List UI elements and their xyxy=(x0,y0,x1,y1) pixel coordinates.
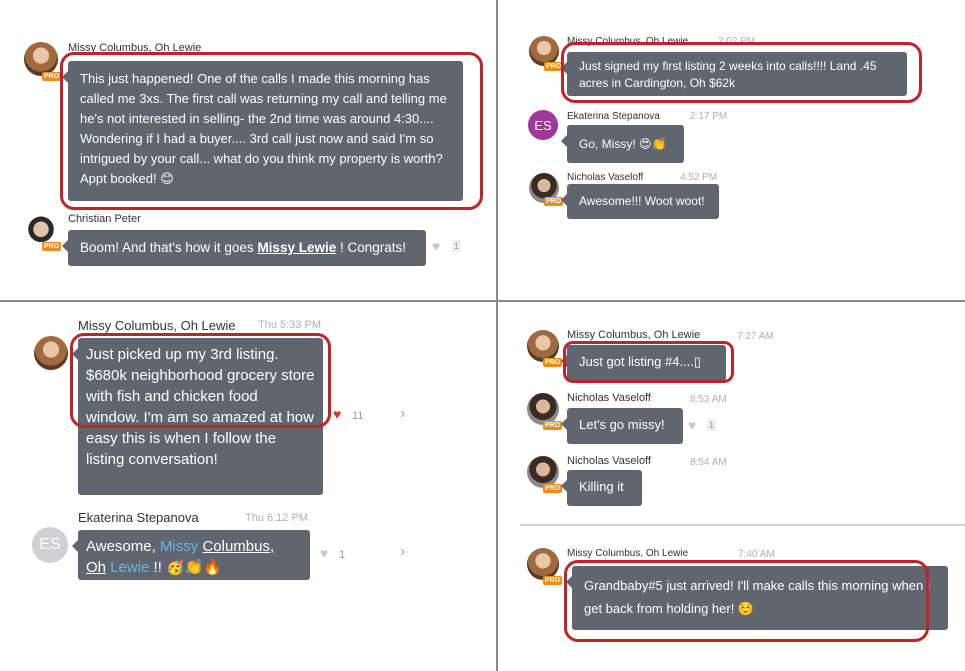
message-text: Boom! And that's how it goes xyxy=(80,240,258,255)
message-bubble: Awesome, Missy Columbus, Oh Lewie !! 🥳👏🔥 xyxy=(72,530,310,580)
timestamp: 8:53 AM xyxy=(690,394,727,405)
message-bubble: Killing it xyxy=(561,470,642,506)
author-name[interactable]: Missy Columbus, Oh Lewie xyxy=(567,36,688,47)
pro-badge: PRO xyxy=(543,358,563,367)
divider-thin xyxy=(520,524,965,526)
message-bubble: Let's go missy! xyxy=(561,408,683,444)
avatar[interactable] xyxy=(24,42,58,76)
timestamp: 7:40 AM xyxy=(738,549,775,560)
pro-badge: PRO xyxy=(543,421,563,430)
chevron-right-icon[interactable]: › xyxy=(400,543,405,561)
mention-link[interactable]: Lewie xyxy=(110,559,149,576)
chevron-right-icon[interactable]: › xyxy=(400,405,405,423)
mention-link[interactable]: Missy Lewie xyxy=(257,240,336,255)
mention-link[interactable]: Missy xyxy=(160,538,198,555)
message-bubble: Just picked up my 3rd listing. $680k nei… xyxy=(72,338,323,495)
message-bubble: Boom! And that's how it goes Missy Lewie… xyxy=(62,230,426,266)
message-bubble: Just signed my first listing 2 weeks int… xyxy=(561,52,907,96)
message-text: Awesome, xyxy=(86,538,160,555)
author-name[interactable]: Ekaterina Stepanova xyxy=(78,510,199,525)
message-bubble: Just got listing #4....▯ xyxy=(561,345,726,381)
avatar[interactable]: ES xyxy=(528,110,558,140)
heart-icon[interactable]: ♥ xyxy=(333,406,341,422)
author-name[interactable]: Nicholas Vaseloff xyxy=(567,392,651,404)
like-count: 1 xyxy=(452,240,462,252)
mention-link[interactable]: Oh xyxy=(86,559,106,576)
author-name[interactable]: Missy Columbus, Oh Lewie xyxy=(78,318,236,333)
message-bubble: Grandbaby#5 just arrived! I'll make call… xyxy=(566,566,948,630)
timestamp: Thu 5:33 PM xyxy=(258,319,321,331)
author-name[interactable]: Missy Columbus, Oh Lewie xyxy=(68,42,201,54)
author-name[interactable]: Nicholas Vaseloff xyxy=(567,455,651,467)
pro-badge: PRO xyxy=(42,242,62,251)
author-name[interactable]: Ekaterina Stepanova xyxy=(567,111,660,122)
timestamp: 8:54 AM xyxy=(690,457,727,468)
message-bubble: This just happened! One of the calls I m… xyxy=(62,61,463,201)
pro-badge: PRO xyxy=(543,576,563,585)
message-text: !! 🥳👏🔥 xyxy=(149,559,223,576)
author-name[interactable]: Missy Columbus, Oh Lewie xyxy=(567,548,688,559)
author-name[interactable]: Christian Peter xyxy=(68,213,141,225)
avatar[interactable] xyxy=(34,336,68,370)
heart-icon[interactable]: ♥ xyxy=(432,238,440,254)
message-bubble: Awesome!!! Woot woot! xyxy=(561,184,719,219)
timestamp: 2:17 PM xyxy=(690,111,728,122)
like-count: 1 xyxy=(707,419,717,431)
message-bubble: Go, Missy! 😍👏 xyxy=(561,125,684,163)
heart-icon[interactable]: ♥ xyxy=(320,545,328,561)
author-name[interactable]: Nicholas Vaseloff xyxy=(567,172,643,183)
like-count: 11 xyxy=(352,410,364,422)
timestamp: 2:02 PM xyxy=(718,36,756,47)
heart-icon[interactable]: ♥ xyxy=(688,417,696,433)
author-name[interactable]: Missy Columbus, Oh Lewie xyxy=(567,329,700,341)
avatar[interactable]: ES xyxy=(32,527,68,563)
mention-link[interactable]: Columbus, xyxy=(202,538,274,555)
timestamp: 4:52 PM xyxy=(680,172,718,183)
divider-horizontal xyxy=(0,300,965,302)
timestamp: Thu 6:12 PM xyxy=(245,512,308,524)
pro-badge: PRO xyxy=(543,484,563,493)
divider-vertical xyxy=(496,0,498,671)
like-count: 1 xyxy=(339,549,346,561)
pro-badge: PRO xyxy=(42,72,62,81)
timestamp: 7:27 AM xyxy=(737,331,774,342)
message-text: ! Congrats! xyxy=(336,240,407,255)
